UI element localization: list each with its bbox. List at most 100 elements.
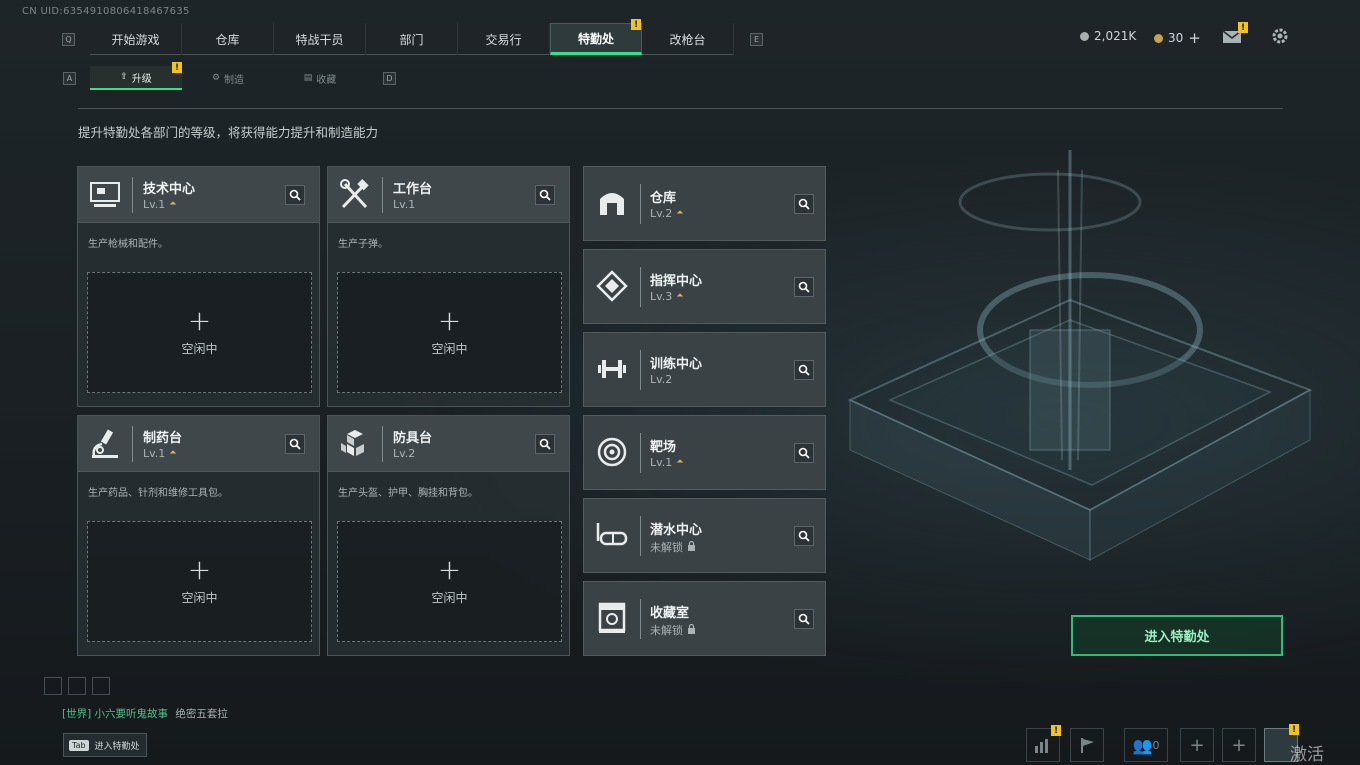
gold-coin-icon	[1154, 33, 1163, 43]
invite-slot-button[interactable]: +	[1180, 728, 1214, 762]
level-text: Lv.2	[650, 207, 673, 220]
stats-icon[interactable]: !	[1026, 725, 1061, 762]
diving-mask-icon	[596, 519, 628, 551]
facility-title: 仓库	[650, 191, 677, 206]
tab-start-game[interactable]: 开始游戏	[90, 23, 182, 55]
search-icon[interactable]	[794, 194, 814, 214]
search-icon[interactable]	[794, 443, 814, 463]
subtab-upgrade-label: 升级	[131, 73, 152, 85]
chat-user: 小六要听鬼故事	[94, 708, 169, 720]
key-hint-right-sub[interactable]: D	[383, 72, 396, 85]
lock-icon	[687, 540, 696, 554]
subtab-upgrade[interactable]: ⇧ 升级 !	[90, 62, 182, 90]
level-text: Lv.1	[650, 456, 673, 469]
card-tech-center[interactable]: 技术中心 Lv.1 ⏶ 生产枪械和配件。 + 空闲中	[77, 166, 320, 407]
team-icon: 👥	[1132, 735, 1153, 755]
tab-department[interactable]: 部门	[366, 23, 458, 55]
facility-level: Lv.2 ⏶	[650, 207, 683, 220]
level-text: Lv.2	[393, 447, 416, 460]
avatar-notice-badge: !	[1289, 724, 1299, 735]
slot-status: 空闲中	[181, 342, 218, 356]
slot-status: 空闲中	[431, 591, 468, 605]
facility-training-center[interactable]: 训练中心 Lv.2	[583, 332, 826, 407]
card-title: 工作台	[393, 182, 433, 197]
search-icon[interactable]	[535, 434, 555, 454]
plus-icon: +	[437, 553, 462, 586]
tab-special-ops-label: 特勤处	[577, 31, 614, 46]
search-icon[interactable]	[535, 185, 555, 205]
facility-warehouse[interactable]: 仓库 Lv.2 ⏶	[583, 166, 826, 241]
tab-special-ops[interactable]: 特勤处 !	[550, 19, 642, 55]
tools-icon	[338, 179, 372, 211]
key-hint-left-tab[interactable]: Q	[62, 33, 75, 46]
uid-label: CN UID:6354910806418467635	[22, 6, 190, 17]
base-blueprint-illustration	[830, 140, 1330, 610]
row-separator	[640, 350, 641, 390]
card-armor-bench[interactable]: 防具台 Lv.2 生产头盔、护甲、胸挂和背包。 + 空闲中	[327, 415, 570, 656]
search-icon[interactable]	[794, 277, 814, 297]
card-level: Lv.1 ⏶	[143, 447, 176, 460]
settings-gear-icon[interactable]	[1271, 27, 1289, 45]
level-text: Lv.3	[650, 290, 673, 303]
facility-collection-room[interactable]: 收藏室 未解锁	[583, 581, 826, 656]
production-slot[interactable]: + 空闲中	[87, 521, 312, 642]
facility-title: 靶场	[650, 440, 677, 455]
facility-shooting-range[interactable]: 靶场 Lv.1 ⏶	[583, 415, 826, 490]
tab-trade[interactable]: 交易行	[458, 23, 550, 55]
plus-icon: +	[187, 304, 212, 337]
tab-shortcut-hint[interactable]: Tab 进入特勤处	[63, 733, 147, 757]
flag-icon[interactable]	[1070, 728, 1104, 762]
level-text: Lv.1	[143, 198, 166, 211]
header-separator	[382, 426, 383, 462]
computer-icon	[88, 179, 122, 211]
mail-icon[interactable]: !	[1222, 22, 1248, 43]
notice-badge: !	[631, 19, 641, 30]
facility-command-center[interactable]: 指挥中心 Lv.3 ⏶	[583, 249, 826, 324]
search-icon[interactable]	[794, 609, 814, 629]
production-slot[interactable]: + 空闲中	[337, 521, 562, 642]
subtab-craft[interactable]: ⚙ 制造	[182, 66, 274, 90]
warehouse-icon	[596, 187, 628, 219]
key-hint-right-tab[interactable]: E	[750, 33, 763, 46]
production-slot[interactable]: + 空闲中	[87, 272, 312, 393]
card-level: Lv.2	[393, 447, 415, 460]
tab-operators[interactable]: 特战干员	[274, 23, 366, 55]
upgrade-chevron-icon: ⏶	[169, 199, 177, 209]
invite-slot-button[interactable]: +	[1222, 728, 1256, 762]
chat-line[interactable]: [世界] 小六要听鬼故事 绝密五套拉	[62, 706, 228, 721]
production-slot[interactable]: + 空闲中	[337, 272, 562, 393]
subtab-collection[interactable]: ▤ 收藏	[274, 66, 366, 90]
search-icon[interactable]	[794, 360, 814, 380]
card-description: 生产枪械和配件。	[88, 239, 168, 250]
row-separator	[640, 184, 641, 224]
card-workbench[interactable]: 工作台 Lv.1 生产子弹。 + 空闲中	[327, 166, 570, 407]
silver-amount: 2,021K	[1094, 29, 1137, 43]
microscope-icon	[88, 428, 122, 460]
card-description: 生产药品、针剂和维修工具包。	[88, 488, 228, 499]
quick-slot[interactable]	[92, 677, 110, 695]
search-icon[interactable]	[794, 526, 814, 546]
enter-special-ops-button[interactable]: 进入特勤处	[1071, 615, 1283, 656]
card-title: 技术中心	[143, 182, 196, 197]
card-pharmacy[interactable]: 制药台 Lv.1 ⏶ 生产药品、针剂和维修工具包。 + 空闲中	[77, 415, 320, 656]
slot-status: 空闲中	[181, 591, 218, 605]
quick-slot[interactable]	[44, 677, 62, 695]
craft-icon: ⚙	[211, 73, 221, 83]
facility-title: 收藏室	[650, 606, 690, 621]
facility-level: Lv.2	[650, 373, 672, 386]
tab-gunsmith[interactable]: 改枪台	[642, 23, 734, 55]
key-hint-left-sub[interactable]: A	[63, 72, 76, 85]
top-nav: 开始游戏 仓库 特战干员 部门 交易行 特勤处 ! 改枪台	[90, 19, 734, 55]
facility-diving-center[interactable]: 潜水中心 未解锁	[583, 498, 826, 573]
quick-slot[interactable]	[68, 677, 86, 695]
add-gold-button[interactable]: +	[1188, 29, 1201, 47]
lock-status: 未解锁	[650, 541, 683, 554]
plus-icon: +	[437, 304, 462, 337]
card-description: 生产头盔、护甲、胸挂和背包。	[338, 488, 478, 499]
party-members[interactable]: 👥 0	[1124, 728, 1168, 762]
tab-warehouse[interactable]: 仓库	[182, 23, 274, 55]
search-icon[interactable]	[285, 185, 305, 205]
search-icon[interactable]	[285, 434, 305, 454]
chat-channel: [世界]	[62, 708, 92, 720]
row-separator	[640, 433, 641, 473]
